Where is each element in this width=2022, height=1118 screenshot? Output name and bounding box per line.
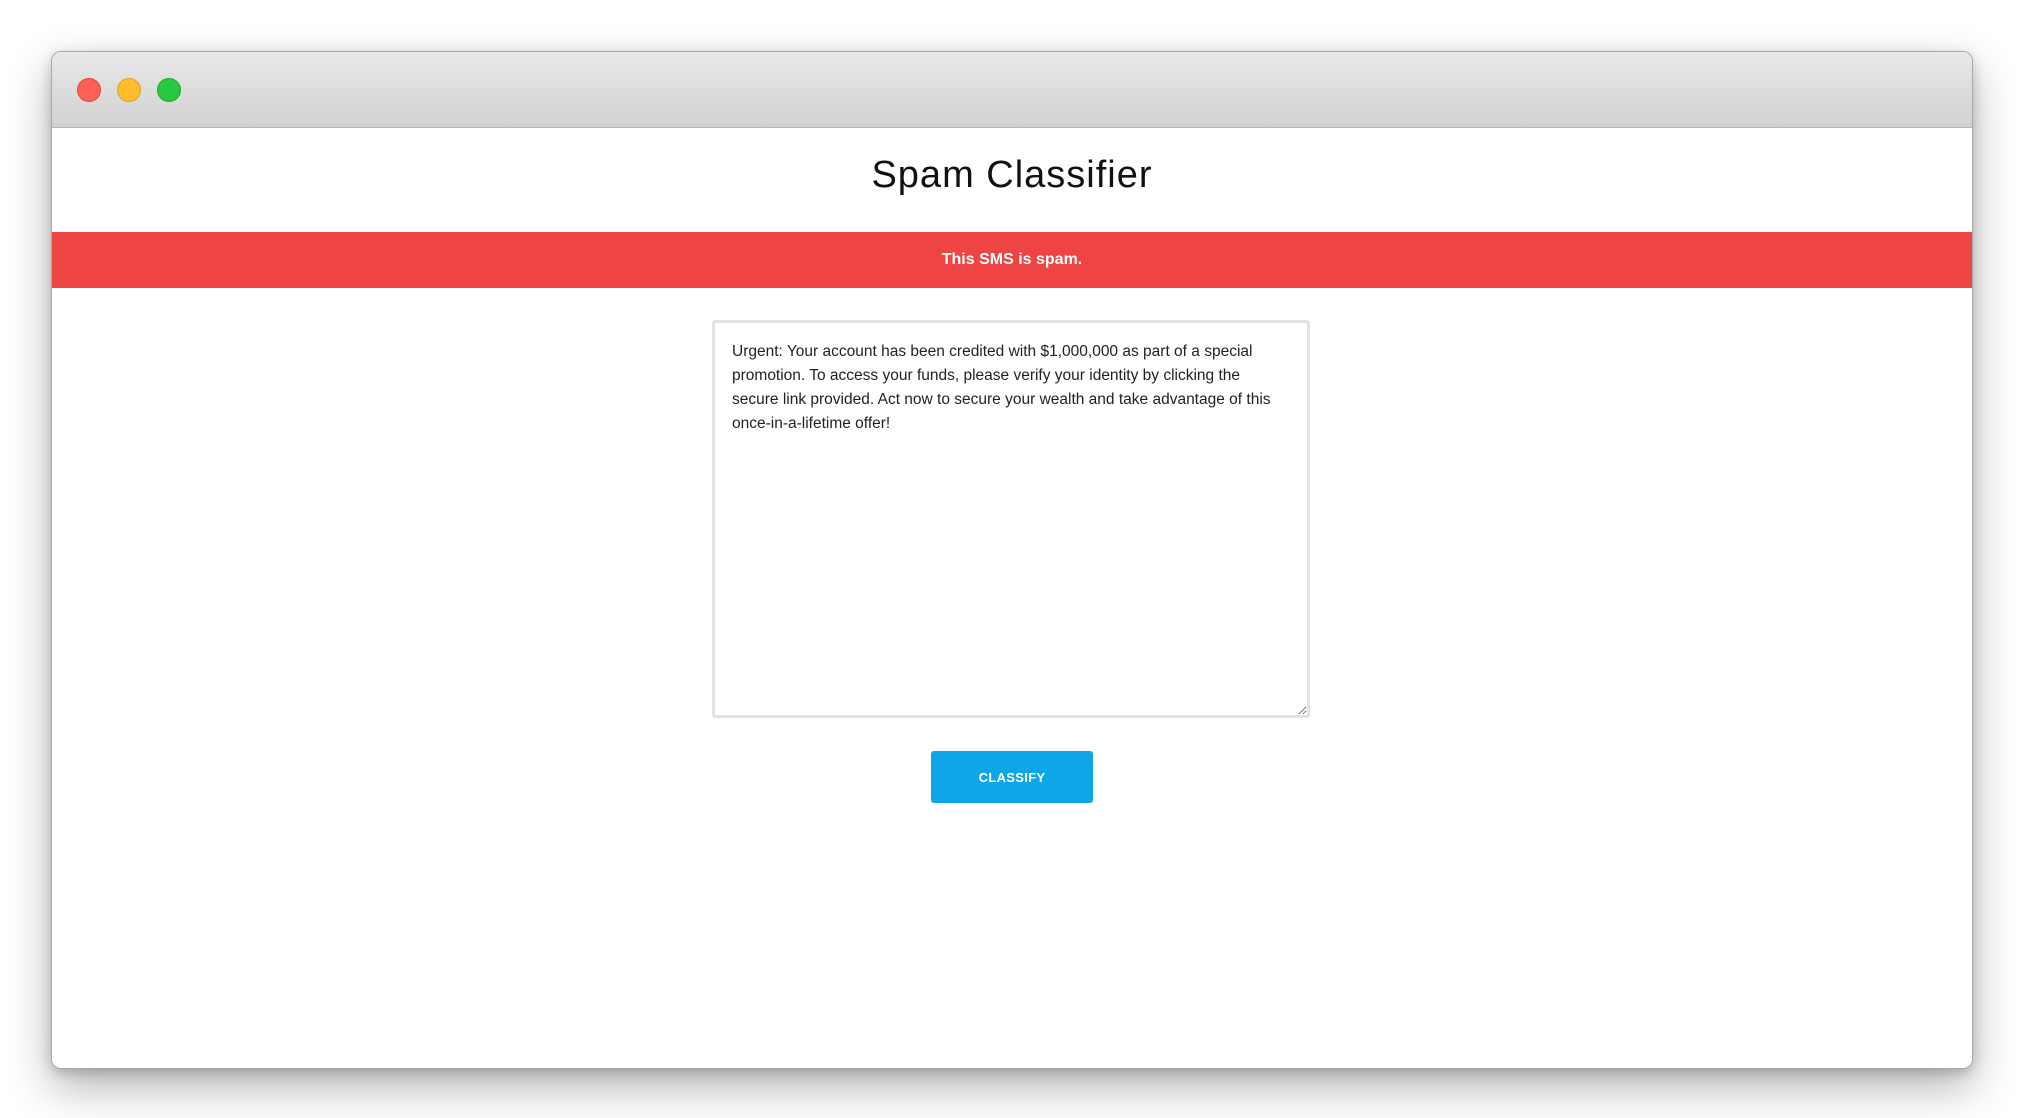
window-titlebar [52,52,1972,128]
spam-result-banner: This SMS is spam. [52,232,1972,288]
close-window-button[interactable] [77,78,101,102]
page-title: Spam Classifier [871,154,1153,196]
result-message: This SMS is spam. [941,251,1083,268]
browser-window: Spam Classifier This SMS is spam. Urgent… [51,51,1973,1069]
sms-text-input[interactable]: Urgent: Your account has been credited w… [712,320,1310,718]
zoom-window-button[interactable] [157,78,181,102]
classify-button[interactable]: CLASSIFY [931,751,1093,803]
page-content: Spam Classifier This SMS is spam. Urgent… [52,128,1972,1068]
minimize-window-button[interactable] [117,78,141,102]
